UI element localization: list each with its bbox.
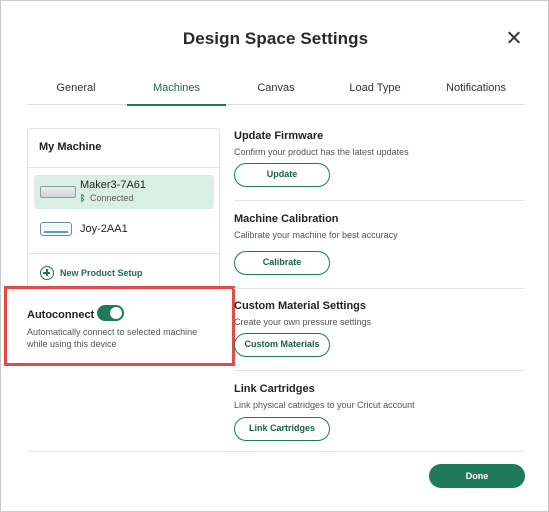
bluetooth-icon: ᛒ [80,193,86,203]
settings-dialog: Design Space Settings General Machines C… [0,0,549,512]
machine-item-joy[interactable]: Joy-2AA1 [34,212,214,246]
autoconnect-toggle[interactable] [97,305,124,321]
divider [234,200,525,201]
new-product-setup-label: New Product Setup [60,268,143,278]
divider [28,253,219,254]
joy-machine-icon [40,222,72,236]
tab-general[interactable]: General [35,73,117,105]
divider [27,451,525,452]
custom-materials-button[interactable]: Custom Materials [234,333,330,357]
machine-name: Joy-2AA1 [80,223,128,235]
section-title: Link Cartridges [234,383,315,395]
tab-canvas[interactable]: Canvas [237,73,315,105]
divider [234,288,525,289]
calibrate-button[interactable]: Calibrate [234,251,330,275]
machine-name: Maker3-7A61 [80,179,147,191]
section-description: Create your own pressure settings [234,317,372,327]
divider [234,370,525,371]
close-icon[interactable] [504,28,524,48]
settings-tabs: General Machines Canvas Load Type Notifi… [27,73,525,106]
plus-circle-icon [40,266,54,280]
section-title: Custom Material Settings [234,300,367,312]
section-description: Link physical catridges to your Cricut a… [234,400,415,410]
connection-status: Connected [90,193,134,203]
tab-load-type[interactable]: Load Type [332,73,418,105]
autoconnect-label: Autoconnect [27,309,95,321]
my-machine-panel: My Machine Maker3-7A61 ᛒ Connected Joy-2… [27,128,220,291]
tab-notifications[interactable]: Notifications [430,73,522,105]
update-button[interactable]: Update [234,163,330,187]
maker-machine-icon [40,186,76,198]
section-title: Update Firmware [234,130,324,142]
done-button[interactable]: Done [429,464,525,488]
section-title: Machine Calibration [234,213,339,225]
link-cartridges-button[interactable]: Link Cartridges [234,417,330,441]
my-machine-heading: My Machine [28,129,219,168]
section-description: Confirm your product has the latest upda… [234,147,409,157]
dialog-title: Design Space Settings [182,29,369,48]
autoconnect-description: Automatically connect to selected machin… [27,327,198,349]
machine-item-maker3[interactable]: Maker3-7A61 ᛒ Connected [34,175,214,209]
section-description: Calibrate your machine for best accuracy [234,230,398,240]
tab-machines[interactable]: Machines [127,73,226,106]
